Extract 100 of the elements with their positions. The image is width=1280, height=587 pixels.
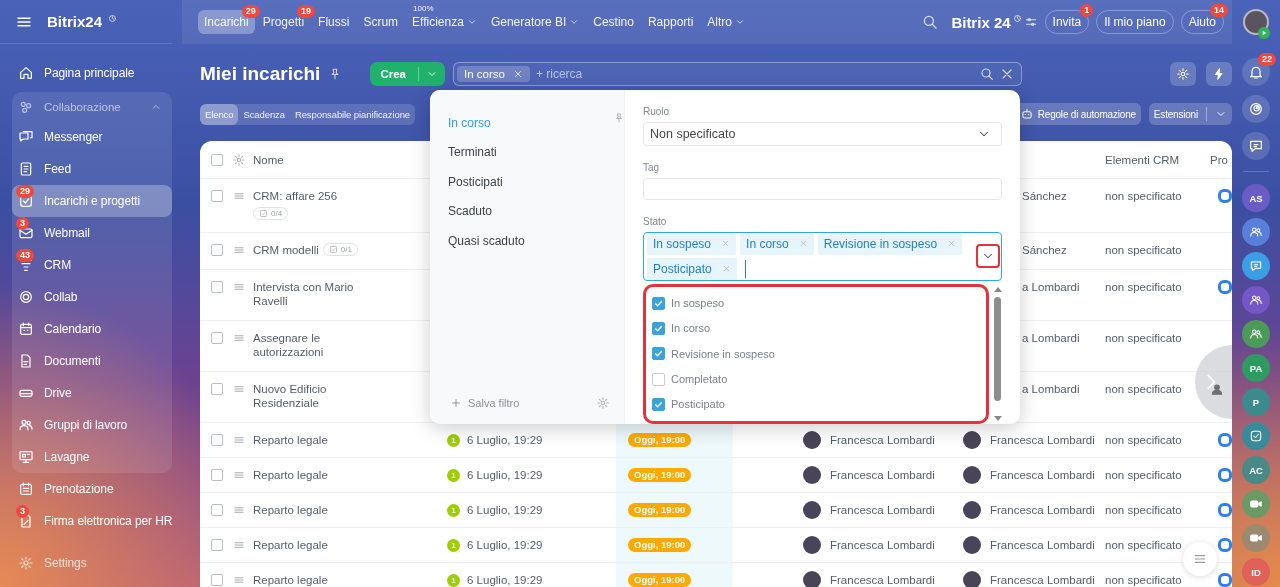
row-checkbox[interactable]: [211, 539, 223, 551]
filter-preset[interactable]: Quasi scaduto: [448, 226, 525, 256]
task-name[interactable]: CRM modelli: [253, 243, 319, 257]
view-tab[interactable]: Responsabile pianificazione: [289, 103, 415, 125]
sidebar-item[interactable]: Feed: [12, 153, 172, 185]
person-name[interactable]: Francesca Lombardi: [990, 433, 1095, 447]
sidebar-item[interactable]: Pagina principale: [12, 57, 172, 89]
sidebar-item[interactable]: 29 Incarichi e progetti: [12, 185, 172, 217]
option-label[interactable]: Posticipato: [671, 398, 725, 411]
role-select[interactable]: Non specificato: [643, 122, 1002, 146]
chat-avatar[interactable]: [1242, 524, 1270, 552]
create-split-button[interactable]: Crea: [370, 62, 445, 86]
sidebar-item[interactable]: Drive: [12, 377, 172, 409]
user-avatar[interactable]: [1243, 9, 1269, 35]
create-button[interactable]: Crea: [370, 67, 419, 81]
sidebar-item[interactable]: Prenotazione: [12, 473, 172, 505]
status-chip[interactable]: Revisione in sospeso: [817, 232, 963, 255]
column-header[interactable]: Pro: [1210, 153, 1232, 166]
task-name[interactable]: Nuovo Edificio Residenziale: [253, 382, 371, 410]
tag-field[interactable]: [643, 177, 1002, 200]
chat-avatar[interactable]: ID: [1242, 558, 1270, 586]
filter-chip[interactable]: In corso: [456, 66, 530, 82]
nav-tab[interactable]: Scrum: [357, 10, 405, 34]
person-name[interactable]: Francesca Lombardi: [830, 538, 935, 552]
status-chip[interactable]: In sospeso: [647, 232, 737, 255]
chat-avatar[interactable]: AS: [1242, 184, 1270, 212]
row-checkbox[interactable]: [211, 332, 223, 344]
filter-preset[interactable]: Terminati: [448, 137, 497, 167]
sidebar-item[interactable]: Collab: [12, 281, 172, 313]
status-chip[interactable]: Posticipato: [647, 257, 737, 280]
task-name[interactable]: Reparto legale: [253, 503, 328, 517]
sidebar-item[interactable]: Calendario: [12, 313, 172, 345]
chat-avatar[interactable]: [1242, 422, 1270, 450]
checkbox[interactable]: [652, 321, 665, 335]
task-name[interactable]: CRM: affare 256: [253, 189, 338, 203]
checkbox[interactable]: [652, 347, 665, 361]
person-name[interactable]: Francesca Lombardi: [990, 538, 1095, 552]
option-label[interactable]: In sospeso: [671, 297, 725, 310]
chat-avatar[interactable]: [1242, 286, 1270, 314]
sidebar-item[interactable]: Documenti: [12, 345, 172, 377]
sidebar-item[interactable]: Lavagne: [12, 441, 172, 473]
task-name[interactable]: Reparto legale: [253, 433, 328, 447]
chat-avatar[interactable]: AC: [1242, 456, 1270, 484]
checkbox[interactable]: [652, 397, 665, 411]
row-checkbox[interactable]: [211, 574, 223, 586]
checkbox[interactable]: [652, 296, 665, 310]
person-name[interactable]: Francesca Lombardi: [990, 468, 1095, 482]
row-checkbox[interactable]: [211, 434, 223, 446]
nav-tab[interactable]: Altro: [701, 10, 751, 34]
task-name[interactable]: Assegnare le autorizzazioni: [253, 331, 371, 359]
sidebar-item[interactable]: 43 CRM: [12, 249, 172, 281]
filter-preset[interactable]: Scaduto: [448, 196, 493, 226]
project-icon[interactable]: [1218, 503, 1232, 517]
search-field[interactable]: In corso + ricerca: [452, 62, 1022, 86]
save-filter-button[interactable]: Salva filtro: [450, 397, 520, 409]
project-icon[interactable]: [1218, 189, 1232, 203]
row-checkbox[interactable]: [211, 469, 223, 481]
row-checkbox[interactable]: [211, 281, 223, 293]
person-name[interactable]: Francesca Lombardi: [830, 573, 935, 587]
person-name[interactable]: Francesca Lombardi: [990, 573, 1095, 587]
task-name[interactable]: Reparto legale: [253, 538, 328, 552]
task-name[interactable]: Reparto legale: [253, 573, 328, 587]
row-checkbox[interactable]: [211, 504, 223, 516]
extensions-split-button[interactable]: Estensioni: [1148, 103, 1232, 125]
project-icon[interactable]: [1218, 538, 1232, 552]
task-name[interactable]: Intervista con Mario Ravelli: [253, 280, 371, 308]
status-chip[interactable]: In corso: [740, 232, 814, 255]
project-icon[interactable]: [1218, 468, 1232, 482]
task-name[interactable]: Reparto legale: [253, 468, 328, 482]
chat-avatar[interactable]: P: [1242, 388, 1270, 416]
status-multiselect[interactable]: In sospeso In corso Revisione in sospeso Posticipato: [643, 231, 1002, 281]
chat-avatar[interactable]: [1242, 218, 1270, 246]
checkbox[interactable]: [652, 372, 665, 386]
chat-avatar[interactable]: [1242, 252, 1270, 280]
settings-button[interactable]: [1023, 15, 1038, 29]
sidebar-item[interactable]: Messenger: [12, 121, 172, 153]
column-header[interactable]: Elementi CRM: [1105, 153, 1210, 166]
project-icon[interactable]: [1218, 573, 1232, 587]
settings-link[interactable]: Settings: [12, 547, 172, 579]
view-tab[interactable]: Scadenza: [238, 103, 290, 125]
person-name[interactable]: Francesca Lombardi: [830, 433, 935, 447]
dropdown-toggle[interactable]: [976, 244, 1000, 268]
person-name[interactable]: Francesca Lombardi: [830, 503, 935, 517]
person-name[interactable]: Francesca Lombardi: [990, 503, 1095, 517]
filter-preset[interactable]: In corso: [448, 108, 491, 138]
project-icon[interactable]: [1218, 280, 1232, 294]
settings-button[interactable]: [1170, 62, 1196, 86]
chat-avatar[interactable]: [1242, 320, 1270, 348]
chat-avatar[interactable]: [1242, 490, 1270, 518]
row-checkbox[interactable]: [211, 383, 223, 395]
copilot-button[interactable]: [1242, 95, 1270, 123]
nav-tab[interactable]: Rapporti: [641, 10, 700, 34]
notifications-button[interactable]: [1242, 58, 1270, 86]
extensions-button[interactable]: Estensioni: [1153, 108, 1198, 120]
sidebar-item[interactable]: 3 Firma elettronica per HR: [12, 505, 172, 537]
option-label[interactable]: Completato: [671, 373, 728, 386]
select-all-checkbox[interactable]: [211, 154, 223, 166]
filter-preset[interactable]: Posticipati: [448, 167, 503, 197]
person-name[interactable]: Francesca Lombardi: [830, 468, 935, 482]
nav-tab[interactable]: Cestino: [587, 10, 640, 34]
